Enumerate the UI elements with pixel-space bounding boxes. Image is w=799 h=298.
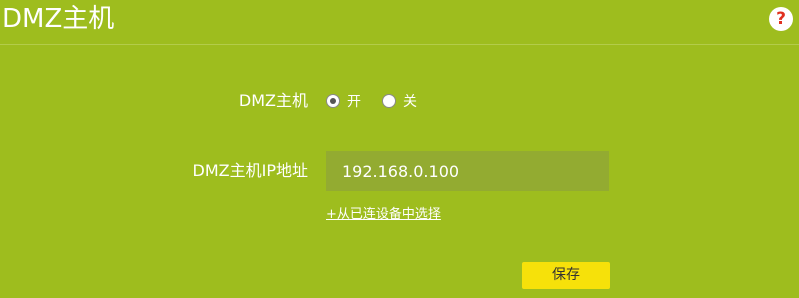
dmz-off-label: 关 — [403, 94, 417, 110]
dmz-off-radio[interactable]: 关 — [382, 91, 417, 111]
question-icon[interactable]: ? — [769, 7, 793, 31]
dmz-ip-label: DMZ主机IP地址 — [192, 161, 308, 180]
page-title: DMZ主机 — [2, 4, 115, 34]
radio-checked-icon[interactable] — [326, 94, 340, 108]
page-header: DMZ主机 ? — [0, 0, 799, 45]
radio-unchecked-icon[interactable] — [382, 94, 396, 108]
dmz-host-label: DMZ主机 — [238, 91, 308, 110]
save-button[interactable]: 保存 — [522, 262, 610, 289]
select-connected-device-link[interactable]: +从已连设备中选择 — [326, 206, 441, 224]
dmz-on-label: 开 — [347, 94, 361, 110]
dmz-ip-input[interactable] — [326, 151, 609, 191]
dmz-on-radio[interactable]: 开 — [326, 91, 361, 111]
